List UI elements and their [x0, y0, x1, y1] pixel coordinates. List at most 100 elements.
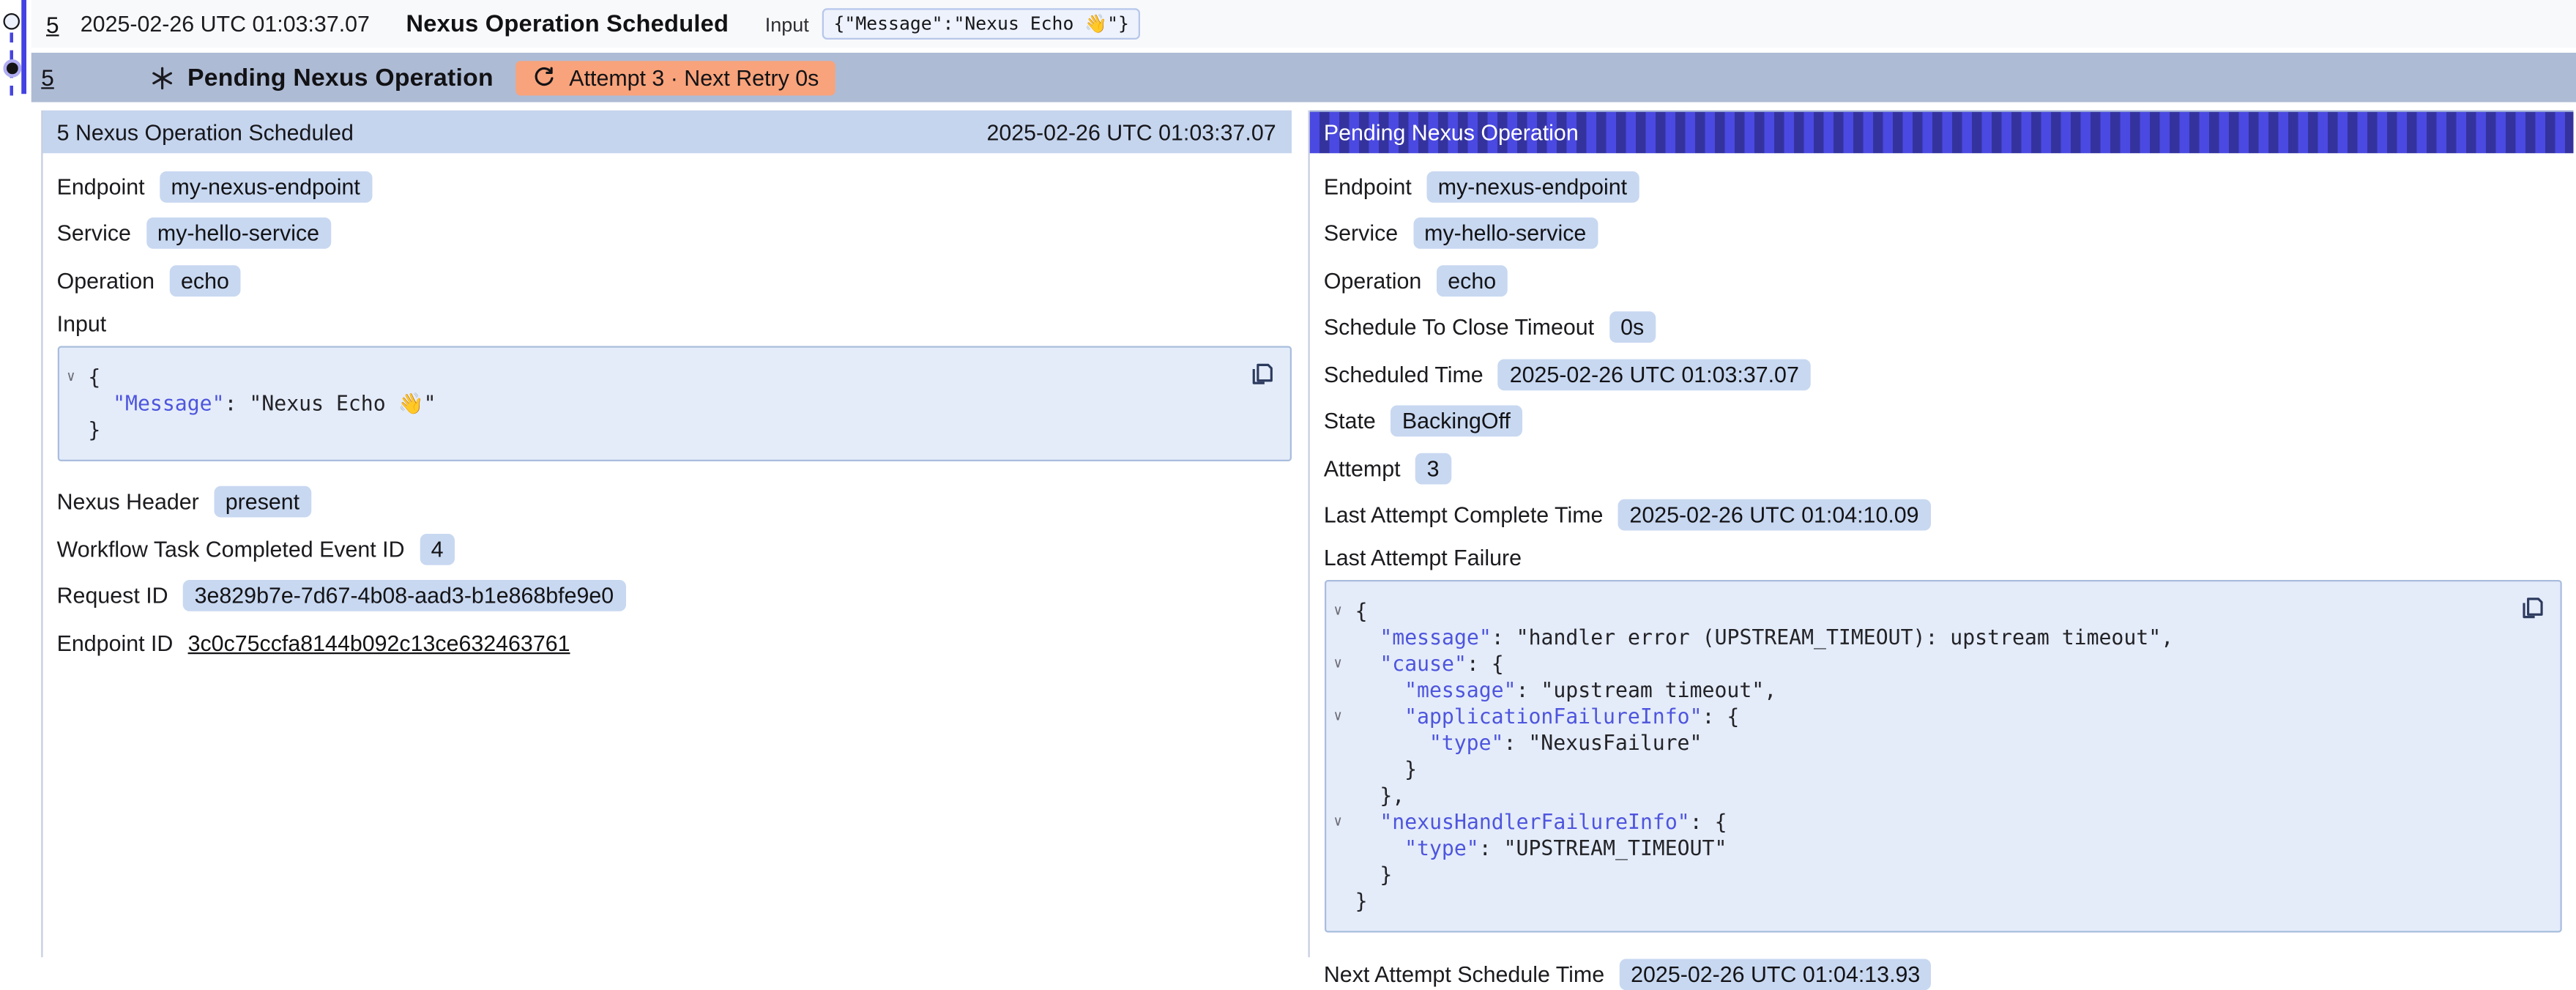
field-label: Schedule To Close Timeout	[1324, 315, 1594, 340]
json-punct: : {	[1467, 651, 1504, 676]
code-line: "message": "handler error (UPSTREAM_TIME…	[1325, 625, 2493, 651]
field-label: Endpoint	[57, 174, 145, 198]
field-group: Endpointmy-nexus-endpointServicemy-hello…	[57, 170, 1280, 297]
field-label: State	[1324, 409, 1376, 433]
event-title: Pending Nexus Operation	[187, 64, 494, 92]
chevron-down-icon[interactable]: ∨	[67, 367, 75, 387]
code-line: ∨ "nexusHandlerFailureInfo": {	[1325, 809, 2493, 835]
field-endpoint: Endpointmy-nexus-endpoint	[1324, 170, 2561, 203]
field-operation: Operation echo	[57, 264, 1280, 297]
json-key: "message"	[1380, 625, 1491, 650]
json-punct: :	[1479, 835, 1504, 860]
field-value-chip: my-hello-service	[146, 217, 331, 249]
field-value-chip: 4	[420, 533, 455, 565]
pending-asterisk-icon	[149, 65, 174, 90]
field-group: Next Attempt Schedule Time2025-02-26 UTC…	[1324, 957, 2561, 990]
json-key: "type"	[1429, 730, 1504, 755]
field-next-attempt-schedule-time: Next Attempt Schedule Time2025-02-26 UTC…	[1324, 957, 2561, 990]
event-history-view: 5 2025-02-26 UTC 01:03:37.07 Nexus Opera…	[0, 0, 2576, 957]
json-punct: }	[1380, 862, 1392, 887]
failure-json-block: ∨{"message": "handler error (UPSTREAM_TI…	[1324, 580, 2561, 933]
panel-timestamp: 2025-02-26 UTC 01:03:37.07	[986, 119, 1276, 144]
field-label: Request ID	[57, 584, 168, 608]
field-state: StateBackingOff	[1324, 404, 2561, 437]
field-workflow-task-completed-event-id: Workflow Task Completed Event ID 4	[57, 532, 1280, 565]
history-row-scheduled[interactable]: 5 2025-02-26 UTC 01:03:37.07 Nexus Opera…	[31, 0, 2576, 48]
field-value-link[interactable]: 3c0c75ccfa8144b092c13ce632463761	[188, 630, 570, 655]
json-punct: },	[1380, 783, 1404, 808]
field-value-chip: present	[214, 486, 311, 518]
copy-button[interactable]	[1248, 360, 1274, 387]
code-line: }	[1325, 756, 2493, 783]
json-punct: ,	[2161, 625, 2173, 650]
code-line: }	[59, 416, 1224, 442]
json-punct: ,	[1764, 677, 1776, 702]
field-label: Service	[57, 221, 131, 246]
field-label: Service	[1324, 221, 1398, 246]
json-key: "cause"	[1380, 651, 1467, 676]
event-title: Nexus Operation Scheduled	[406, 11, 729, 37]
field-label: Attempt	[1324, 455, 1401, 480]
field-schedule-to-close-timeout: Schedule To Close Timeout0s	[1324, 310, 2561, 343]
field-group: Endpointmy-nexus-endpoint Service my-hello…	[1324, 170, 2561, 532]
json-punct: }	[1404, 756, 1417, 781]
chevron-down-icon[interactable]: ∨	[1333, 812, 1342, 832]
code-line: "type": "UPSTREAM_TIMEOUT"	[1325, 835, 2493, 862]
field-label: Operation	[57, 268, 155, 293]
panel-title: 5 Nexus Operation Scheduled	[57, 119, 354, 144]
history-row-pending[interactable]: 5 Pending Nexus Operation Attempt 3 · Ne…	[31, 53, 2576, 103]
field-value-chip: 3	[1415, 453, 1451, 484]
event-id-link[interactable]: 5	[46, 11, 59, 37]
field-service: Service my-hello-service	[57, 217, 1280, 250]
event-marker-scheduled[interactable]	[4, 13, 21, 30]
field-value-chip: echo	[169, 264, 240, 296]
field-endpoint-id: Endpoint ID 3c0c75ccfa8144b092c13ce632463…	[57, 626, 1280, 659]
json-punct: {	[88, 363, 100, 388]
copy-button[interactable]	[2518, 595, 2545, 621]
retry-status-badge: Attempt 3 · Next Retry 0s	[516, 60, 835, 94]
pending-panel-body: Endpointmy-nexus-endpoint Service my-hello…	[1309, 153, 2573, 990]
field-value-chip: echo	[1437, 264, 1508, 296]
json-punct: :	[1503, 730, 1528, 755]
json-punct: : {	[1690, 809, 1727, 834]
json-punct: :	[1492, 625, 1516, 650]
code-line: }	[1325, 862, 2493, 888]
scheduled-panel-body: Endpointmy-nexus-endpointServicemy-hello…	[42, 153, 1291, 659]
field-value-chip: 3e829b7e-7d67-4b08-aad3-b1e868bfe9e0	[183, 580, 625, 611]
field-value-chip: 2025-02-26 UTC 01:04:13.93	[1619, 958, 1932, 989]
field-operation: Operation echo	[1324, 264, 2561, 297]
field-value-chip: 2025-02-26 UTC 01:03:37.07	[1498, 358, 1811, 390]
field-service: Service my-hello-service	[1324, 217, 2561, 250]
json-value: "upstream timeout"	[1541, 677, 1764, 702]
detail-panels: 5 Nexus Operation Scheduled 2025-02-26 U…	[0, 111, 2576, 958]
code-line: },	[1325, 783, 2493, 809]
field-label: Workflow Task Completed Event ID	[57, 536, 405, 561]
event-id-link[interactable]: 5	[41, 64, 54, 91]
field-value-chip: 2025-02-26 UTC 01:04:10.09	[1618, 499, 1931, 531]
chevron-down-icon[interactable]: ∨	[1333, 601, 1342, 621]
field-label: Nexus Header	[57, 489, 199, 514]
field-label: Endpoint ID	[57, 630, 174, 655]
input-label: Input	[765, 12, 809, 36]
retry-badge-text: Attempt 3 · Next Retry 0s	[569, 65, 819, 90]
field-label: Operation	[1324, 268, 1421, 293]
field-attempt: Attempt 3	[1324, 452, 2561, 485]
json-value: "UPSTREAM_TIMEOUT"	[1504, 835, 1727, 860]
json-key: "nexusHandlerFailureInfo"	[1380, 809, 1689, 834]
field-group: Nexus Header present Workflow Task Complet…	[57, 485, 1280, 659]
json-key: "message"	[1404, 677, 1516, 702]
code-line: "Message": "Nexus Echo 👋"	[59, 390, 1224, 416]
chevron-down-icon[interactable]: ∨	[1333, 707, 1342, 726]
field-nexus-header: Nexus Header present	[57, 485, 1280, 518]
chevron-down-icon[interactable]: ∨	[1333, 654, 1342, 674]
json-viewer: ∨{"message": "handler error (UPSTREAM_TI…	[1325, 598, 2493, 915]
code-line: ∨{	[1325, 598, 2493, 625]
pending-panel-header: Pending Nexus Operation	[1309, 111, 2573, 154]
failure-section-label: Last Attempt Failure	[1324, 546, 2561, 570]
retry-icon	[533, 66, 556, 89]
json-punct: }	[1355, 888, 1368, 913]
scheduled-event-panel: 5 Nexus Operation Scheduled 2025-02-26 U…	[40, 111, 1291, 958]
code-line: "type": "NexusFailure"	[1325, 730, 2493, 756]
event-marker-pending[interactable]	[2, 59, 21, 78]
field-value-chip: my-hello-service	[1412, 217, 1598, 249]
